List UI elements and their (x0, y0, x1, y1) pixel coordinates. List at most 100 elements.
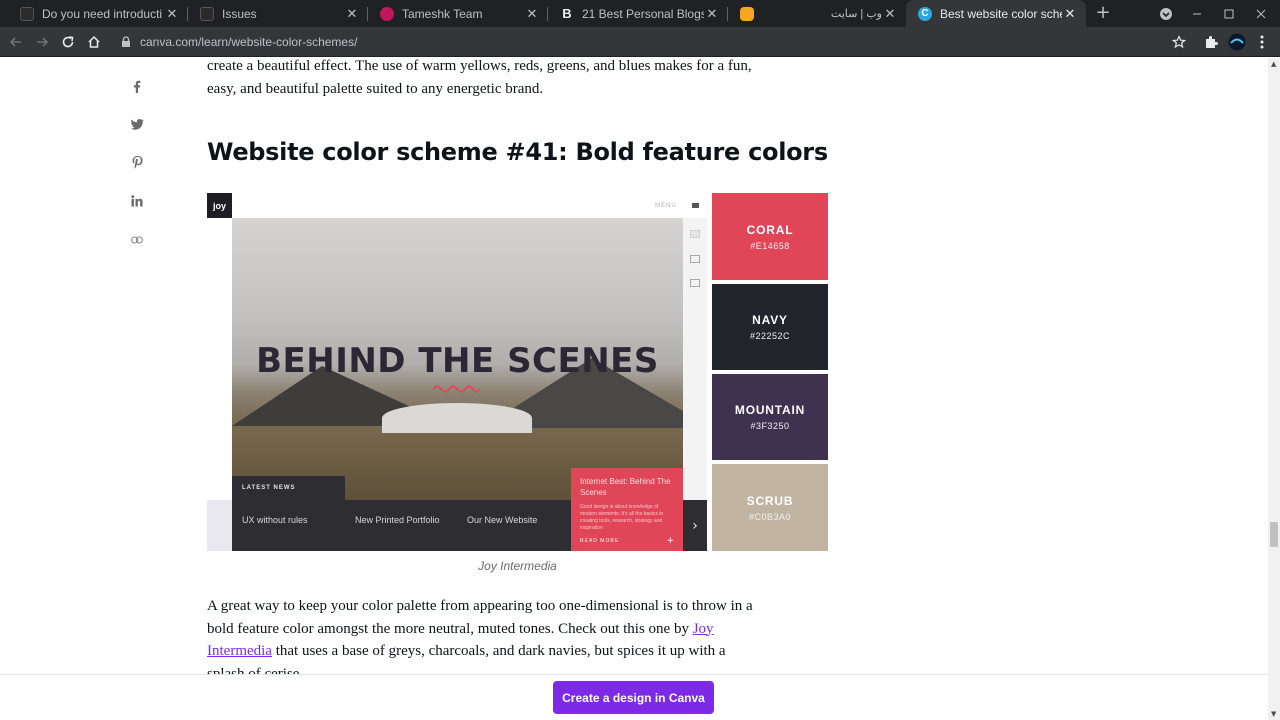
minimize-icon[interactable] (1181, 0, 1213, 27)
browser-toolbar: canva.com/learn/website-color-schemes/ (0, 27, 1280, 57)
body-line: bold feature color amongst the more neut… (207, 618, 827, 641)
preview-card-plus: + (666, 536, 674, 546)
tab-do-you-need[interactable]: Do you need introducti ✕ (8, 0, 188, 27)
swatch-hex: #E14658 (750, 240, 790, 251)
forward-arrow-icon[interactable] (30, 30, 54, 54)
preview-sidebar-icon (690, 255, 700, 263)
preview-feature-card: Internet Best: Behind The Scenes Good de… (571, 468, 683, 551)
mini-menu-label: MENU (655, 203, 677, 209)
swatch-name: MOUNTAIN (734, 403, 806, 417)
linkedin-icon[interactable] (122, 186, 152, 216)
extensions-puzzle-icon[interactable] (1199, 30, 1223, 54)
preview-next-arrow-icon: › (683, 500, 707, 551)
snow-shape (382, 403, 532, 433)
orange-app-icon (740, 6, 754, 21)
swatch-name: NAVY (752, 313, 788, 327)
tab-title: 21 Best Personal Blogs (582, 6, 704, 21)
maximize-icon[interactable] (1213, 0, 1245, 27)
swatch-name: SCRUB (746, 493, 794, 508)
create-design-button[interactable]: Create a design in Canva (553, 681, 714, 714)
preview-card-footer: READ MORE (580, 538, 620, 544)
close-icon[interactable]: ✕ (1062, 6, 1078, 22)
swatch-hex: #22252C (749, 331, 791, 341)
intro-line: easy, and beautiful palette suited to an… (207, 80, 544, 97)
close-icon[interactable]: ✕ (164, 6, 180, 22)
hero-landscape-photo: BEHIND THE SCENES (232, 218, 683, 500)
lock-icon (120, 30, 134, 54)
profile-avatar-icon[interactable] (1225, 30, 1249, 54)
tab-title: وب | سایت (830, 8, 882, 20)
preview-card-body: Good design is about knowledge of modern… (580, 504, 664, 531)
scroll-down-arrow-icon[interactable]: ▼ (1271, 710, 1276, 718)
twitter-icon[interactable] (122, 109, 152, 139)
tab-title: Issues (222, 6, 257, 21)
preview-sidebar-icon (690, 230, 700, 238)
intro-paragraph: create a beautiful effect. The use of wa… (207, 58, 827, 100)
tab-persian-site[interactable]: وب | سایت ✕ (728, 0, 906, 27)
preview-sidebar-icon (690, 279, 700, 287)
tameshk-icon (380, 6, 394, 21)
palette-swatch-scrub: SCRUB #C0B3A0 (712, 464, 828, 551)
back-arrow-icon[interactable] (4, 30, 28, 54)
github-icon (20, 6, 34, 21)
body-line: A great way to keep your color palette f… (207, 598, 753, 614)
github-icon (200, 6, 214, 21)
preview-news-link: Our New Website (467, 515, 538, 525)
close-icon[interactable]: ✕ (882, 6, 898, 22)
swatch-name: CORAL (746, 222, 794, 237)
preview-news-link: UX without rules (242, 515, 308, 525)
palette-swatch-coral: CORAL #E14658 (712, 193, 828, 280)
tab-tameshk-team[interactable]: Tameshk Team ✕ (368, 0, 548, 27)
tab-color-schemes[interactable]: C Best website color sche ✕ (906, 0, 1086, 27)
tab-title: Tameshk Team (402, 6, 483, 21)
more-menu-icon[interactable] (1250, 30, 1274, 54)
body-line: Intermedia that uses a base of greys, ch… (207, 640, 827, 663)
swatch-hex: #3F3250 (750, 421, 790, 431)
canva-icon: C (918, 6, 932, 21)
tab-search-icon[interactable] (1150, 0, 1182, 27)
body-text: that uses a base of greys, charcoals, an… (271, 643, 726, 659)
palette-swatch-navy: NAVY #22252C (712, 284, 828, 370)
home-icon[interactable] (82, 30, 106, 54)
link-icon[interactable] (122, 225, 152, 255)
section-heading: Website color scheme #41: Bold feature c… (207, 138, 828, 166)
bookmark-star-icon[interactable] (1167, 30, 1191, 54)
facebook-icon[interactable] (122, 71, 152, 101)
preview-news-link: New Printed Portfolio (355, 515, 440, 525)
new-tab-button[interactable]: + (1092, 2, 1114, 24)
page-scrollbar[interactable]: ▲ ▼ (1268, 58, 1280, 720)
address-bar[interactable]: canva.com/learn/website-color-schemes/ (112, 30, 1200, 54)
preview-news-bar (232, 500, 571, 551)
image-caption: Joy Intermedia (478, 559, 557, 573)
hero-title: BEHIND THE SCENES (256, 341, 659, 381)
page-content: create a beautiful effect. The use of wa… (0, 58, 1268, 720)
close-icon[interactable]: ✕ (344, 6, 360, 22)
joy-logo: joy (207, 193, 232, 218)
address-url: canva.com/learn/website-color-schemes/ (140, 35, 358, 49)
reload-icon[interactable] (56, 30, 80, 54)
tab-title: Do you need introducti (42, 6, 163, 21)
close-icon[interactable]: ✕ (704, 6, 720, 22)
body-text: bold feature color amongst the more neut… (207, 620, 693, 637)
squiggle-icon (432, 385, 480, 393)
swatch-hex: #C0B3A0 (748, 511, 792, 522)
scroll-up-arrow-icon[interactable]: ▲ (1271, 60, 1276, 68)
palette-swatch-mountain: MOUNTAIN #3F3250 (712, 374, 828, 460)
preview-card-title: Internet Best: Behind The Scenes (580, 477, 671, 497)
tab-issues[interactable]: Issues ✕ (188, 0, 368, 27)
latest-news-label: LATEST NEWS (232, 476, 345, 500)
b-letter-icon: B (562, 6, 572, 21)
intro-line: create a beautiful effect. The use of wa… (207, 58, 752, 74)
close-icon[interactable]: ✕ (524, 6, 540, 22)
joy-intermedia-link[interactable]: Joy (693, 621, 714, 637)
tab-strip: Do you need introducti ✕ Issues ✕ Tamesh… (0, 0, 1280, 27)
tab-personal-blogs[interactable]: B 21 Best Personal Blogs ✕ (548, 0, 728, 27)
feature-image-joy-intermedia: joy MENU BEHIND THE SCENES LATEST NEWS U… (207, 193, 828, 551)
mini-menu-icon (692, 203, 699, 208)
preview-left-stub (207, 500, 232, 551)
pinterest-icon[interactable] (122, 147, 152, 177)
window-close-icon[interactable] (1245, 0, 1277, 27)
scrollbar-thumb[interactable] (1270, 522, 1278, 547)
tab-title: Best website color sche (940, 6, 1062, 21)
joy-intermedia-link[interactable]: Intermedia (207, 643, 272, 659)
